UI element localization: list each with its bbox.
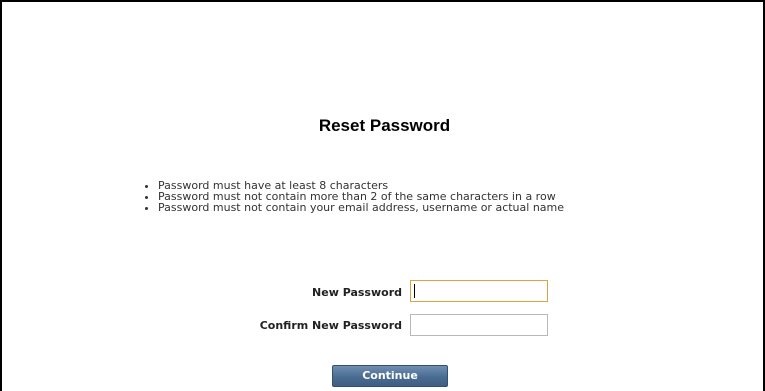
- confirm-password-field[interactable]: [410, 314, 548, 336]
- new-password-label: New Password: [312, 286, 402, 299]
- text-cursor: [414, 284, 415, 298]
- password-rule: Password must not contain your email add…: [158, 202, 678, 213]
- confirm-password-label: Confirm New Password: [259, 319, 402, 332]
- password-rules-list: Password must have at least 8 characters…: [140, 180, 678, 213]
- reset-password-panel: Reset Password Password must have at lea…: [0, 0, 765, 391]
- continue-button[interactable]: Continue: [332, 365, 448, 387]
- page-title: Reset Password: [318, 116, 451, 135]
- new-password-field[interactable]: [410, 280, 548, 302]
